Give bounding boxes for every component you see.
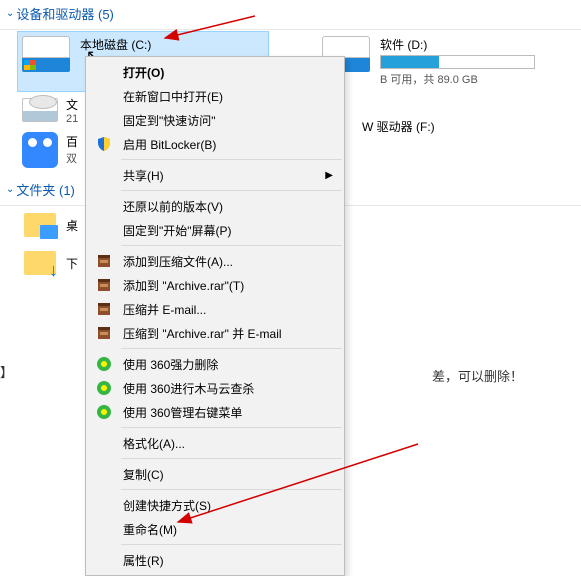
rar-icon: [95, 324, 113, 342]
folder-downloads-label: 下: [66, 255, 78, 272]
menu-add-archive[interactable]: 添加到压缩文件(A)...: [87, 249, 343, 273]
menu-open[interactable]: 打开(O): [87, 60, 343, 84]
rar-icon: [95, 252, 113, 270]
folder-desktop-label: 桌: [66, 217, 78, 234]
devices-section-title: 设备和驱动器 (5): [16, 4, 114, 23]
drive-d-sub: B 可用，共 89.0 GB: [380, 71, 564, 87]
shield-icon: [95, 135, 113, 153]
edge-char: 】: [0, 362, 13, 381]
drive-d-usage-bar: [380, 55, 535, 69]
drive-e-sub: 21: [66, 113, 78, 125]
360-icon: [95, 403, 113, 421]
menu-compress-archive-email[interactable]: 压缩到 "Archive.rar" 并 E-mail: [87, 321, 343, 345]
context-menu: 打开(O) 在新窗口中打开(E) 固定到"快速访问" 启用 BitLocker(…: [85, 56, 345, 576]
chevron-down-icon: ⌄: [6, 8, 14, 19]
chevron-down-icon: ⌄: [6, 184, 14, 195]
folders-section-title: 文件夹 (1): [16, 180, 75, 199]
downloads-icon: [24, 251, 56, 275]
menu-share[interactable]: 共享(H)▶: [87, 163, 343, 187]
folders-section-header[interactable]: ⌄ 文件夹 (1): [0, 176, 79, 203]
menu-open-new-window[interactable]: 在新窗口中打开(E): [87, 84, 343, 108]
menu-rename[interactable]: 重命名(M): [87, 517, 343, 541]
360-icon: [95, 355, 113, 373]
menu-copy[interactable]: 复制(C): [87, 462, 343, 486]
menu-format[interactable]: 格式化(A)...: [87, 431, 343, 455]
extra-text: 差，可以删除！: [432, 366, 523, 385]
menu-restore-previous[interactable]: 还原以前的版本(V): [87, 194, 343, 218]
menu-bitlocker[interactable]: 启用 BitLocker(B): [87, 132, 343, 156]
folder-icon: [24, 213, 56, 237]
devices-section-header[interactable]: ⌄ 设备和驱动器 (5): [0, 0, 118, 27]
drive-baidu-label: 百: [66, 133, 78, 150]
drive-f-label: W 驱动器 (F:): [362, 118, 435, 135]
drive-baidu-sub: 双: [66, 150, 78, 166]
menu-create-shortcut[interactable]: 创建快捷方式(S): [87, 493, 343, 517]
menu-pin-quick-access[interactable]: 固定到"快速访问": [87, 108, 343, 132]
menu-compress-email[interactable]: 压缩并 E-mail...: [87, 297, 343, 321]
submenu-arrow-icon: ▶: [325, 170, 333, 181]
menu-properties[interactable]: 属性(R): [87, 548, 343, 572]
drive-d[interactable]: 软件 (D:) B 可用，共 89.0 GB: [318, 32, 568, 91]
menu-pin-start[interactable]: 固定到"开始"屏幕(P): [87, 218, 343, 242]
disc-icon: [22, 98, 58, 122]
rar-icon: [95, 276, 113, 294]
menu-360-virus-scan[interactable]: 使用 360进行木马云查杀: [87, 376, 343, 400]
drive-icon: [22, 36, 70, 72]
menu-360-manage-menu[interactable]: 使用 360管理右键菜单: [87, 400, 343, 424]
360-icon: [95, 379, 113, 397]
menu-add-archive-rar[interactable]: 添加到 "Archive.rar"(T): [87, 273, 343, 297]
menu-360-force-delete[interactable]: 使用 360强力删除: [87, 352, 343, 376]
drive-e-label: 文: [66, 96, 78, 113]
rar-icon: [95, 300, 113, 318]
drive-c-label: 本地磁盘 (C:): [80, 36, 264, 53]
drive-d-label: 软件 (D:): [380, 36, 564, 53]
baidu-icon: [22, 132, 58, 168]
